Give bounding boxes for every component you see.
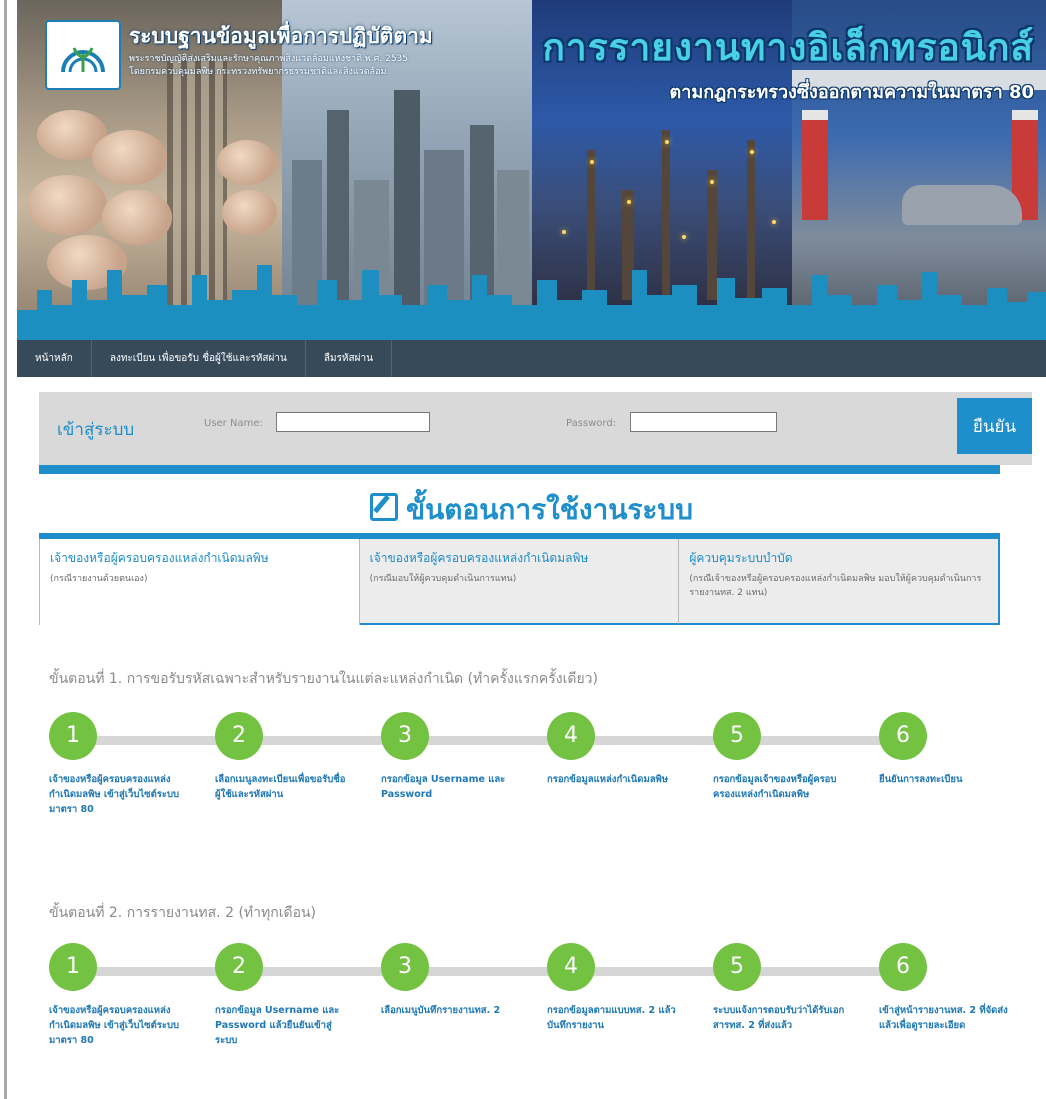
tab-note: (กรณีรายงานด้วยตนเอง) — [50, 574, 148, 584]
step-number-badge: 2 — [215, 712, 263, 760]
procedure-1-step: 4 กรอกข้อมูลแหล่งกำเนิดมลพิษ — [547, 712, 682, 787]
procedure-1-step: 6 ยืนยันการลงทะเบียน — [879, 712, 1014, 787]
step-number-badge: 6 — [879, 712, 927, 760]
nav-item-home[interactable]: หน้าหลัก — [17, 340, 92, 377]
hero-heading: การรายงานทางอิเล็กทรอนิกส์ ตามกฎกระทรวงซ… — [543, 18, 1034, 106]
tab-title: ผู้ควบคุมระบบบำบัด — [689, 551, 793, 565]
step-description: กรอกข้อมูล Username และ Password แล้วยืน… — [215, 1005, 340, 1046]
login-label: เข้าสู่ระบบ — [57, 420, 135, 440]
skyline-silhouette — [17, 265, 1046, 340]
site-branding: ระบบฐานข้อมูลเพื่อการปฏิบัติตาม พระราชบั… — [45, 20, 433, 90]
step-number-badge: 6 — [879, 943, 927, 991]
step-description: กรอกข้อมูลตามแบบทส. 2 แล้วบันทึกรายงาน — [547, 1005, 676, 1031]
hero-subtitle: ตามกฎกระทรวงซึ่งออกตามความในมาตรา 80 — [669, 82, 1034, 103]
header-banner: ระบบฐานข้อมูลเพื่อการปฏิบัติตาม พระราชบั… — [17, 0, 1046, 340]
main-nav: หน้าหลัก ลงทะเบียน เพื่อขอรับ ชื่อผู้ใช้… — [17, 340, 1046, 377]
tab-note: (กรณีเจ้าของหรือผู้ครอบครองแหล่งกำเนิดมล… — [689, 574, 982, 598]
nav-item-forgot-password[interactable]: ลืมรหัสผ่าน — [306, 340, 392, 377]
procedure-2-steps: 1 เจ้าของหรือผู้ครอบครองแหล่งกำเนิดมลพิษ… — [49, 943, 1008, 1093]
tab-note: (กรณีมอบให้ผู้ควบคุมดำเนินการแทน) — [369, 574, 517, 584]
pcd-logo[interactable] — [45, 20, 121, 90]
hero-title: การรายงานทางอิเล็กทรอนิกส์ — [542, 26, 1034, 69]
window-left-border — [4, 0, 7, 1099]
edit-icon — [370, 493, 398, 521]
procedure-2-heading: ขั้นตอนที่ 2. การรายงานทส. 2 (ทำทุกเดือน… — [49, 905, 317, 921]
procedure-1-step: 3 กรอกข้อมูล Username และ Password — [381, 712, 516, 802]
tab-title: เจ้าของหรือผู้ครอบครองแหล่งกำเนิดมลพิษ — [50, 551, 269, 565]
tab-owner-self-report[interactable]: เจ้าของหรือผู้ครอบครองแหล่งกำเนิดมลพิษ (… — [39, 539, 360, 625]
procedure-2-step: 2 กรอกข้อมูล Username และ Password แล้วย… — [215, 943, 350, 1048]
step-number-badge: 4 — [547, 712, 595, 760]
procedure-1-step: 5 กรอกข้อมูลเจ้าของหรือผู้ครอบครองแหล่งก… — [713, 712, 848, 802]
logo-subtitle-line2: โดยกรมควบคุมมลพิษ กระทรวงทรัพยากรธรรมชาต… — [129, 67, 387, 77]
confirm-login-button[interactable]: ยืนยัน — [957, 398, 1032, 454]
step-number-badge: 1 — [49, 712, 97, 760]
step-description: กรอกข้อมูลแหล่งกำเนิดมลพิษ — [547, 774, 669, 785]
password-input[interactable] — [630, 412, 777, 432]
procedure-2-step: 5 ระบบแจ้งการตอบรับว่าได้รับเอกสารทส. 2 … — [713, 943, 848, 1033]
step-description: กรอกข้อมูลเจ้าของหรือผู้ครอบครองแหล่งกำเ… — [713, 774, 837, 800]
procedure-2-step: 1 เจ้าของหรือผู้ครอบครองแหล่งกำเนิดมลพิษ… — [49, 943, 184, 1048]
logo-subtitle-line1: พระราชบัญญัติส่งเสริมและรักษาคุณภาพสิ่งแ… — [129, 54, 408, 64]
step-number-badge: 5 — [713, 712, 761, 760]
procedure-2-step: 3 เลือกเมนูบันทึกรายงานทส. 2 — [381, 943, 516, 1018]
password-label: Password: — [566, 418, 617, 429]
step-description: ยืนยันการลงทะเบียน — [879, 774, 963, 785]
steps-section-title: ขั้นตอนการใช้งานระบบ — [17, 488, 1046, 532]
user-type-tabs: เจ้าของหรือผู้ครอบครองแหล่งกำเนิดมลพิษ (… — [39, 533, 1001, 625]
page: ระบบฐานข้อมูลเพื่อการปฏิบัติตาม พระราชบั… — [17, 0, 1046, 1099]
step-description: เจ้าของหรือผู้ครอบครองแหล่งกำเนิดมลพิษ เ… — [49, 774, 180, 815]
tab-owner-delegated[interactable]: เจ้าของหรือผู้ครอบครองแหล่งกำเนิดมลพิษ (… — [359, 539, 680, 625]
step-description: เข้าสู่หน้ารายงานทส. 2 ที่จัดส่งแล้วเพื่… — [879, 1005, 1008, 1031]
login-divider-bar — [39, 465, 1000, 474]
step-number-badge: 3 — [381, 712, 429, 760]
step-number-badge: 1 — [49, 943, 97, 991]
tab-treatment-operator[interactable]: ผู้ควบคุมระบบบำบัด (กรณีเจ้าของหรือผู้คร… — [679, 539, 1001, 625]
procedure-2-step: 4 กรอกข้อมูลตามแบบทส. 2 แล้วบันทึกรายงาน — [547, 943, 682, 1033]
tab-title: เจ้าของหรือผู้ครอบครองแหล่งกำเนิดมลพิษ — [369, 551, 589, 565]
nav-item-register[interactable]: ลงทะเบียน เพื่อขอรับ ชื่อผู้ใช้และรหัสผ่… — [92, 340, 306, 377]
login-panel: เข้าสู่ระบบ User Name: Password: ยืนยัน — [39, 392, 1032, 465]
procedure-1-heading: ขั้นตอนที่ 1. การขอรับรหัสเฉพาะสำหรับราย… — [49, 671, 598, 687]
procedure-2-step: 6 เข้าสู่หน้ารายงานทส. 2 ที่จัดส่งแล้วเพ… — [879, 943, 1014, 1033]
step-description: เลือกเมนูบันทึกรายงานทส. 2 — [381, 1005, 501, 1016]
procedure-1-step: 1 เจ้าของหรือผู้ครอบครองแหล่งกำเนิดมลพิษ… — [49, 712, 184, 817]
step-number-badge: 2 — [215, 943, 263, 991]
step-description: เลือกเมนูลงทะเบียนเพื่อขอรับชื่อผู้ใช้แล… — [215, 774, 346, 800]
logo-title: ระบบฐานข้อมูลเพื่อการปฏิบัติตาม — [129, 24, 433, 48]
step-description: ระบบแจ้งการตอบรับว่าได้รับเอกสารทส. 2 ที… — [713, 1005, 845, 1031]
step-number-badge: 3 — [381, 943, 429, 991]
step-number-badge: 5 — [713, 943, 761, 991]
step-description: กรอกข้อมูล Username และ Password — [381, 774, 506, 800]
username-input[interactable] — [276, 412, 430, 432]
username-label: User Name: — [204, 418, 263, 429]
steps-title-text: ขั้นตอนการใช้งานระบบ — [406, 493, 693, 526]
step-number-badge: 4 — [547, 943, 595, 991]
pcd-emblem-icon — [61, 47, 105, 73]
procedure-1-steps: 1 เจ้าของหรือผู้ครอบครองแหล่งกำเนิดมลพิษ… — [49, 712, 969, 862]
procedure-1-step: 2 เลือกเมนูลงทะเบียนเพื่อขอรับชื่อผู้ใช้… — [215, 712, 350, 802]
step-description: เจ้าของหรือผู้ครอบครองแหล่งกำเนิดมลพิษ เ… — [49, 1005, 180, 1046]
